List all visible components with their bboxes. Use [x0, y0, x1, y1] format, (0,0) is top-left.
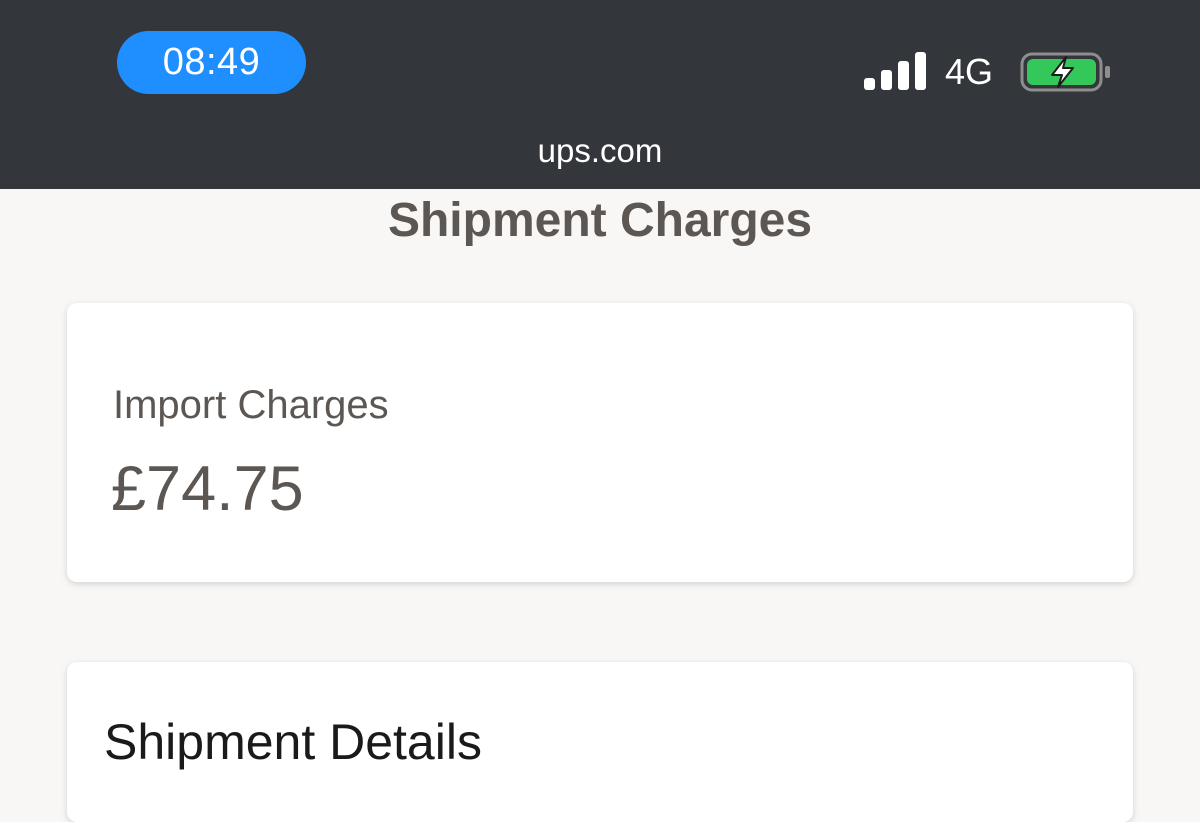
import-charges-label: Import Charges	[113, 383, 389, 427]
import-charges-card: Import Charges £74.75	[67, 303, 1133, 582]
shipment-details-heading: Shipment Details	[104, 714, 482, 770]
shipment-details-card: Shipment Details	[67, 662, 1133, 822]
network-type: 4G	[945, 51, 994, 92]
time-indicator[interactable]: 08:49	[117, 31, 306, 94]
import-charges-amount: £74.75	[111, 454, 304, 524]
address-bar-url[interactable]: ups.com	[0, 130, 1200, 172]
battery-charging-icon	[1020, 52, 1110, 92]
page-title: Shipment Charges	[387, 194, 813, 247]
status-bar: 08:49 4G ups.com	[0, 0, 1200, 189]
signal-icon	[864, 52, 926, 90]
